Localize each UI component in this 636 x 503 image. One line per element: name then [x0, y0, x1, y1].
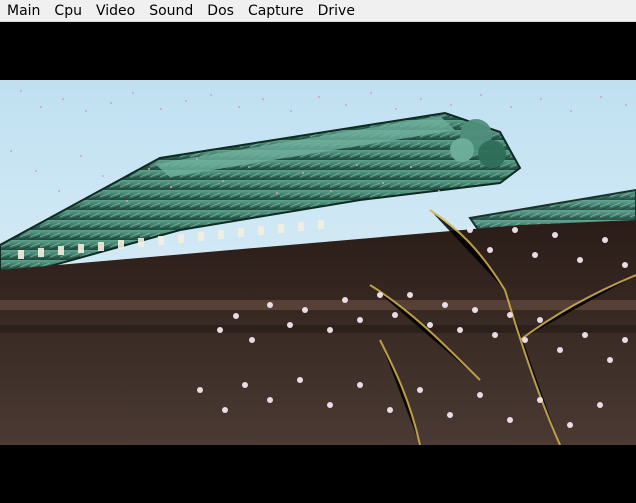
emulator-screen[interactable] — [0, 22, 636, 503]
menu-video[interactable]: Video — [89, 0, 142, 22]
menu-main[interactable]: Main — [0, 0, 47, 22]
menu-sound[interactable]: Sound — [142, 0, 200, 22]
scene-image — [0, 80, 636, 445]
menu-dos[interactable]: Dos — [200, 0, 241, 22]
menu-bar: Main Cpu Video Sound Dos Capture Drive — [0, 0, 636, 22]
temple-blossom-scene — [0, 80, 636, 445]
beam — [0, 300, 636, 310]
menu-capture[interactable]: Capture — [241, 0, 311, 22]
menu-drive[interactable]: Drive — [311, 0, 362, 22]
menu-cpu[interactable]: Cpu — [47, 0, 89, 22]
